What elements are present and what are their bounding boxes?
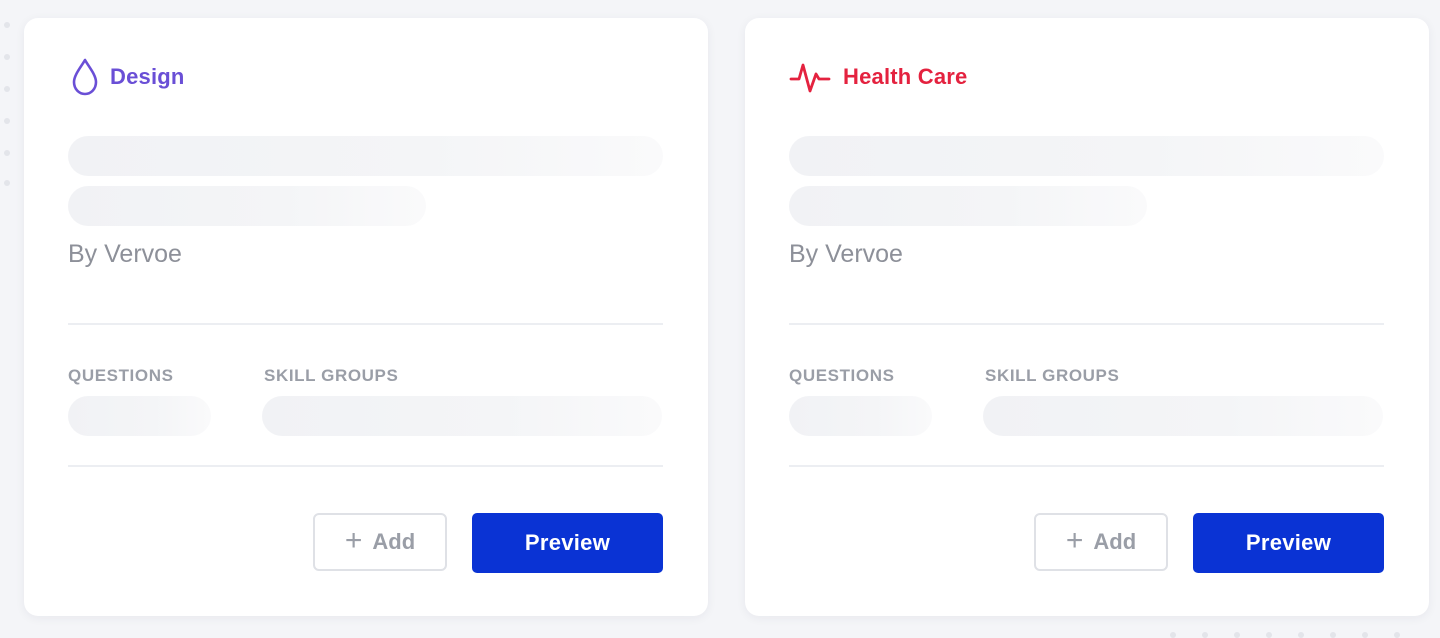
skill-groups-label: SKILL GROUPS [264,366,399,385]
preview-button[interactable]: Preview [1193,513,1384,573]
add-button-label: Add [372,529,416,554]
subtitle-placeholder [789,186,1147,226]
skill-groups-placeholder [983,396,1383,436]
divider [789,465,1384,467]
category-tag: Design [68,56,185,98]
add-button[interactable]: + Add [313,513,447,571]
drop-icon [68,56,102,98]
title-placeholder [789,136,1384,176]
preview-button-label: Preview [524,530,611,555]
questions-label: QUESTIONS [789,366,895,385]
decorative-dots-bottom [1170,632,1430,638]
divider [68,323,663,325]
author-text: By Vervoe [68,240,182,268]
questions-count-placeholder [789,396,932,436]
divider [789,323,1384,325]
title-placeholder [68,136,663,176]
plus-icon: + [344,523,363,557]
author-text: By Vervoe [789,240,903,268]
preview-button[interactable]: Preview [472,513,663,573]
questions-count-placeholder [68,396,211,436]
assessment-cards-area: Design By Vervoe QUESTIONS SKILL GROUPS … [0,0,1440,638]
skill-groups-placeholder [262,396,662,436]
add-button-label: Add [1093,529,1137,554]
assessment-card-design[interactable]: Design By Vervoe QUESTIONS SKILL GROUPS … [24,18,708,616]
assessment-card-health-care[interactable]: Health Care By Vervoe QUESTIONS SKILL GR… [745,18,1429,616]
divider [68,465,663,467]
decorative-dots-left [4,22,12,192]
preview-button-label: Preview [1245,530,1332,555]
subtitle-placeholder [68,186,426,226]
category-label: Design [110,64,185,89]
category-label: Health Care [843,64,968,89]
category-tag: Health Care [789,56,967,98]
skill-groups-label: SKILL GROUPS [985,366,1120,385]
heartbeat-icon [789,56,831,98]
plus-icon: + [1065,523,1084,557]
questions-label: QUESTIONS [68,366,174,385]
add-button[interactable]: + Add [1034,513,1168,571]
